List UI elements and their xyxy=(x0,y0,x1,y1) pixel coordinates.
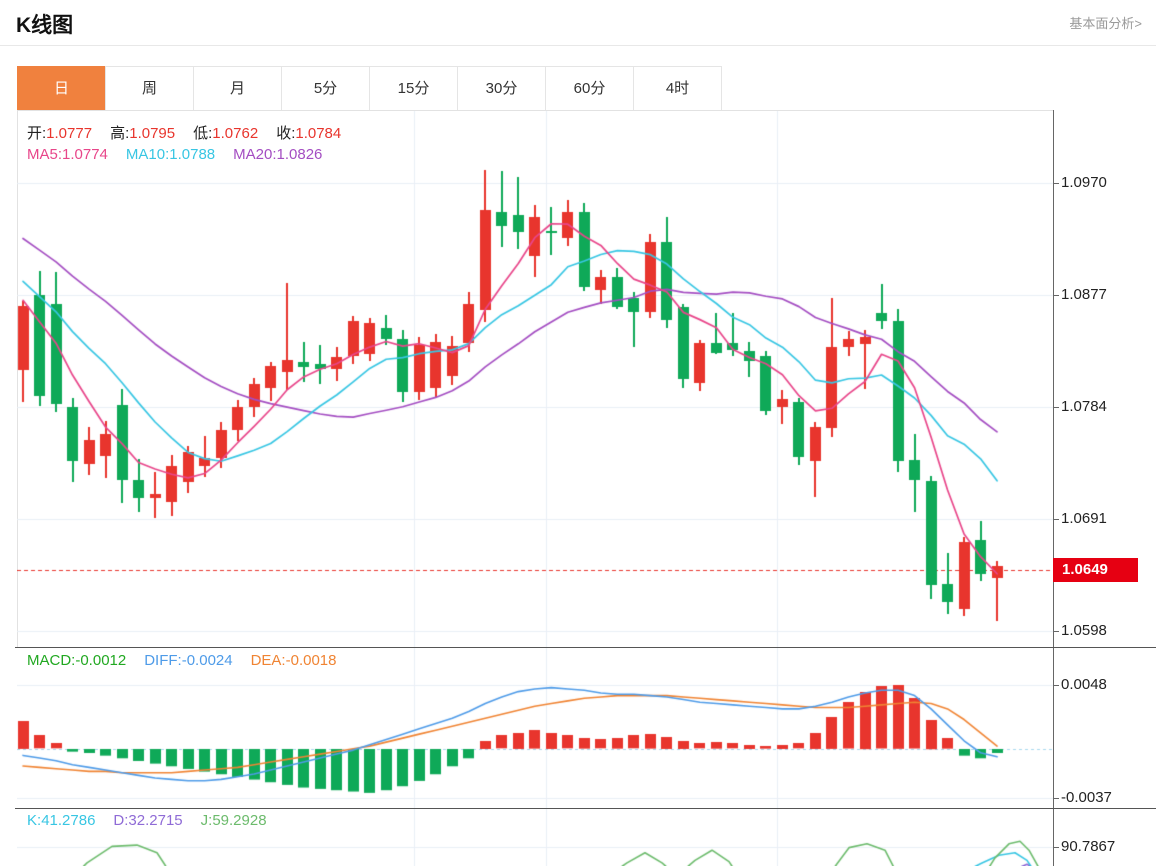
price-axis-label-tick xyxy=(1053,183,1059,184)
macd-axis-label: -0.0037 xyxy=(1061,789,1112,806)
readout-pair: J:59.2928 xyxy=(200,812,267,829)
price-axis-label: 1.0598 xyxy=(1061,622,1107,639)
readout-pair: 开:1.0777 xyxy=(27,125,93,142)
price-axis-label: 1.0877 xyxy=(1061,286,1107,303)
price-axis-line xyxy=(1053,110,1054,866)
macd-axis-label: 0.0048 xyxy=(1061,676,1107,693)
fundamental-analysis-link[interactable]: 基本面分析> xyxy=(1069,13,1142,32)
macd-axis-label-tick xyxy=(1053,685,1059,686)
readout-pair: DEA:-0.0018 xyxy=(250,652,337,669)
price-chart-canvas[interactable] xyxy=(17,111,1053,647)
price-axis-label-tick xyxy=(1053,407,1059,408)
macd-axis-label-tick xyxy=(1053,798,1059,799)
kdj-axis-label-tick xyxy=(1053,847,1059,848)
macd-chart-canvas[interactable] xyxy=(17,648,1053,808)
readout-pair: K:41.2786 xyxy=(27,812,96,829)
tab-week[interactable]: 周 xyxy=(105,66,194,111)
tab-4h[interactable]: 4时 xyxy=(633,66,722,111)
tab-month[interactable]: 月 xyxy=(193,66,282,111)
tab-15min[interactable]: 15分 xyxy=(369,66,458,111)
readout-pair: DIFF:-0.0024 xyxy=(144,652,233,669)
macd-readout: MACD:-0.0012 DIFF:-0.0024 DEA:-0.0018 xyxy=(27,652,354,669)
tab-5min[interactable]: 5分 xyxy=(281,66,370,111)
price-axis-label: 1.0784 xyxy=(1061,398,1107,415)
kdj-readout: K:41.2786 D:32.2715 J:59.2928 xyxy=(27,812,285,829)
tab-60min[interactable]: 60分 xyxy=(545,66,634,111)
readout-pair: 高:1.0795 xyxy=(110,125,176,142)
price-axis-label-tick xyxy=(1053,631,1059,632)
readout-pair: MA10:1.0788 xyxy=(125,146,216,163)
price-axis-label-tick xyxy=(1053,519,1059,520)
header-divider xyxy=(0,45,1156,46)
tab-30min[interactable]: 30分 xyxy=(457,66,546,111)
kdj-axis-label: 90.7867 xyxy=(1061,838,1116,855)
kline-page: K线图 基本面分析> 日周月 5分 15分 30分 60分 4时 开:1.0777 高:1.… xyxy=(0,0,1156,866)
price-axis-label: 1.0970 xyxy=(1061,174,1107,191)
tab-day[interactable]: 日 xyxy=(17,66,106,111)
period-tabbar: 日周月 5分 15分 30分 60分 4时 xyxy=(17,66,722,111)
price-axis-label: 1.0691 xyxy=(1061,510,1107,527)
page-title: K线图 xyxy=(16,14,74,37)
price-axis-label-tick xyxy=(1053,295,1059,296)
readout-pair: MA20:1.0826 xyxy=(233,146,323,163)
ohlc-readout: 开:1.0777 高:1.0795 低:1.0762 收:1.0784 xyxy=(27,122,359,143)
readout-pair: MA5:1.0774 xyxy=(27,146,108,163)
ma-readout: MA5:1.0774 MA10:1.0788 MA20:1.0826 xyxy=(27,146,340,163)
readout-pair: 低:1.0762 xyxy=(193,125,259,142)
readout-pair: 收:1.0784 xyxy=(276,125,342,142)
readout-pair: MACD:-0.0012 xyxy=(27,652,127,669)
last-price-badge: 1.0649 xyxy=(1053,558,1138,582)
readout-pair: D:32.2715 xyxy=(113,812,183,829)
